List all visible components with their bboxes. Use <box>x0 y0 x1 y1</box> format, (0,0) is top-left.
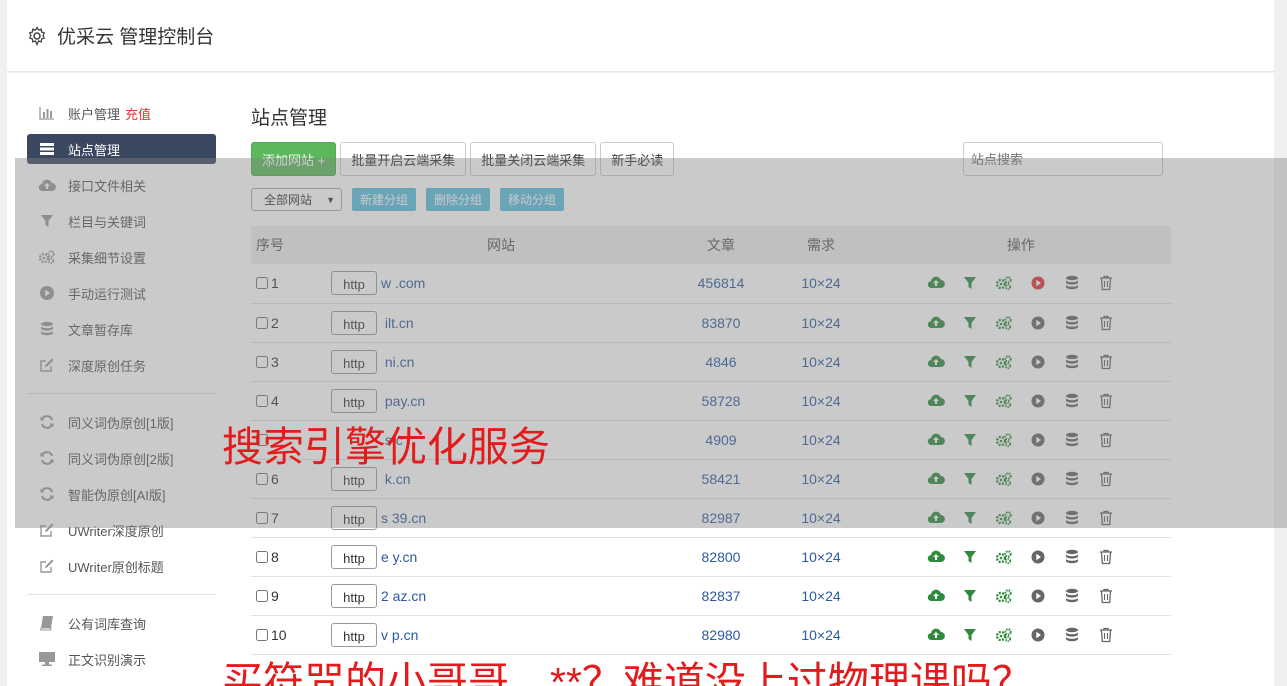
database-icon[interactable] <box>1063 626 1081 644</box>
recharge-link[interactable]: 充值 <box>125 104 151 123</box>
site-cell: http e y.cn <box>331 537 671 577</box>
watermark-text-2: 买符咒的小哥哥，**？难道没上过物理课吗？ <box>222 659 1033 686</box>
sidebar-item[interactable]: UWriter原创标题 <box>27 548 216 584</box>
app-title: 优采云 管理控制台 <box>57 27 215 48</box>
cloud-upload-icon[interactable] <box>927 587 945 605</box>
sidebar-item-label: 公有词库查询 <box>68 616 147 632</box>
filter-icon[interactable] <box>961 626 979 644</box>
demand-value[interactable]: 10×24 <box>771 537 871 577</box>
page-title: 站点管理 <box>251 108 328 129</box>
database-icon[interactable] <box>1063 587 1081 605</box>
trash-icon[interactable] <box>1097 548 1115 566</box>
sidebar-divider <box>27 594 216 595</box>
play-circle-icon[interactable] <box>1029 548 1047 566</box>
monitor-icon <box>38 651 56 667</box>
row-checkbox[interactable] <box>256 628 268 641</box>
protocol-badge[interactable]: http <box>331 583 377 608</box>
edit-icon <box>38 558 56 574</box>
gear-icon[interactable] <box>27 25 47 46</box>
protocol-badge[interactable]: http <box>331 544 377 569</box>
row-number-cell: 8 <box>251 537 331 577</box>
table-row: 9 http 2 az.cn 82837 10×24 <box>251 576 1171 616</box>
server-list-icon <box>38 141 56 157</box>
site-domain-link[interactable]: 2 az.cn <box>381 588 426 604</box>
protocol-badge[interactable]: http <box>331 622 377 647</box>
site-cell: http 2 az.cn <box>331 576 671 616</box>
gears-icon[interactable] <box>995 626 1013 644</box>
trash-icon[interactable] <box>1097 626 1115 644</box>
sidebar-item-label: 账户管理 <box>68 106 121 122</box>
row-number: 8 <box>271 548 279 565</box>
row-number: 9 <box>271 587 279 604</box>
play-circle-icon[interactable] <box>1029 587 1047 605</box>
sidebar-item[interactable]: 账户管理 充值 <box>27 95 216 131</box>
filter-icon[interactable] <box>961 587 979 605</box>
gray-overlay <box>15 158 1287 528</box>
book-icon <box>38 615 56 631</box>
bar-chart-icon <box>38 105 56 121</box>
sidebar-item-label: 正文识别演示 <box>68 652 147 668</box>
watermark-text-1: 搜索引擎优化服务 <box>222 424 550 470</box>
main-area: 站点管理 添加网站 + 批量开启云端采集 批量关闭云端采集 新手必读 全部网站 … <box>251 103 1171 655</box>
gears-icon[interactable] <box>995 548 1013 566</box>
sidebar-item-label: UWriter原创标题 <box>68 559 164 575</box>
top-header: 优采云 管理控制台 <box>7 0 1274 72</box>
row-number-cell: 9 <box>251 576 331 616</box>
site-domain-link[interactable]: e y.cn <box>381 549 417 565</box>
cloud-upload-icon[interactable] <box>927 626 945 644</box>
gears-icon[interactable] <box>995 587 1013 605</box>
row-checkbox[interactable] <box>256 550 268 563</box>
database-icon[interactable] <box>1063 548 1081 566</box>
table-row: 8 http e y.cn 82800 10×24 <box>251 537 1171 577</box>
site-domain-link[interactable]: v p.cn <box>381 627 418 643</box>
article-count[interactable]: 82837 <box>671 576 771 616</box>
filter-icon[interactable] <box>961 548 979 566</box>
play-circle-icon[interactable] <box>1029 626 1047 644</box>
row-actions <box>871 537 1171 577</box>
article-count[interactable]: 82800 <box>671 537 771 577</box>
sidebar-item[interactable]: 公有词库查询 <box>27 605 216 641</box>
demand-value[interactable]: 10×24 <box>771 576 871 616</box>
row-number: 10 <box>271 626 287 643</box>
trash-icon[interactable] <box>1097 587 1115 605</box>
sidebar-item-label: 站点管理 <box>68 142 121 158</box>
sidebar-item[interactable]: 正文识别演示 <box>27 641 216 677</box>
row-actions <box>871 576 1171 616</box>
cloud-upload-icon[interactable] <box>927 548 945 566</box>
row-checkbox[interactable] <box>256 589 268 602</box>
